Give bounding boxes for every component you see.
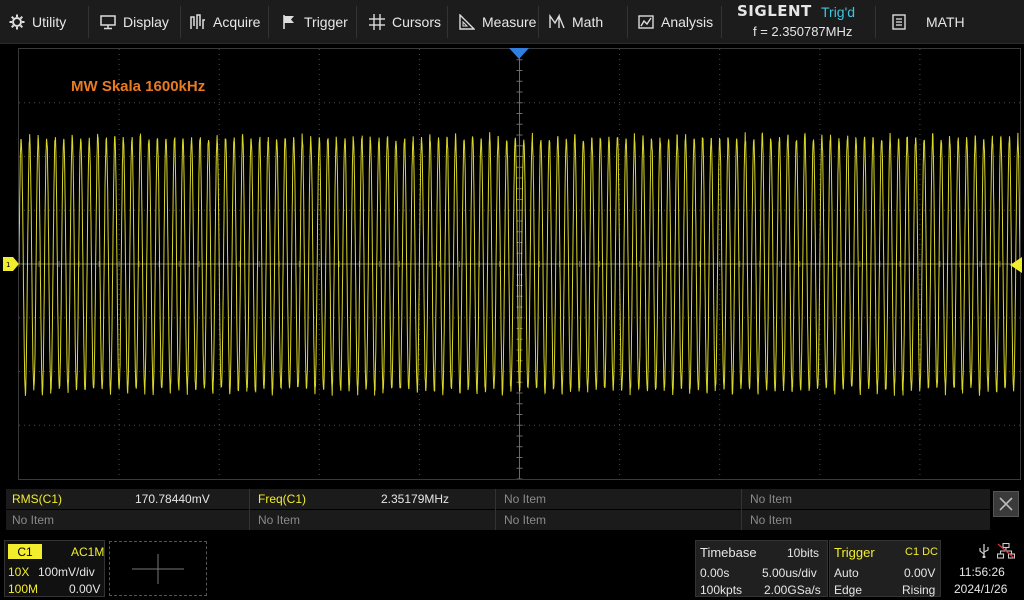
monitor-icon: [100, 15, 116, 30]
menu-math[interactable]: Math: [549, 0, 603, 44]
menu-analysis-label: Analysis: [661, 14, 714, 30]
trigger-slope: Rising: [902, 583, 936, 597]
trigger-source: C1 DC: [905, 546, 939, 558]
close-icon: [999, 497, 1013, 511]
menu-divider: [180, 6, 181, 38]
brand-logo: SIGLENT: [737, 2, 812, 20]
status-box: SIGLENT Trig'd f = 2.350787MHz: [729, 0, 874, 44]
document-icon: [892, 14, 906, 30]
menu-measure-label: Measure: [482, 14, 537, 30]
menu-divider: [538, 6, 539, 38]
menu-display[interactable]: Display: [100, 0, 169, 44]
gear-icon: [9, 14, 25, 30]
menu-divider: [721, 6, 722, 38]
timebase-panel[interactable]: Timebase 10bits 0.00s 5.00us/div 100kpts…: [695, 540, 828, 597]
channel-coupling: AC1M: [71, 545, 105, 559]
bandwidth-limit: 100M: [8, 582, 39, 596]
measurement-value: 2.35179MHz: [381, 492, 450, 506]
network-icon: [997, 543, 1015, 559]
menu-cursors-label: Cursors: [392, 14, 442, 30]
trigger-title: Trigger: [834, 545, 875, 560]
measurement-empty[interactable]: No Item: [750, 489, 860, 509]
screen-annotation: MW Skala 1600kHz: [71, 78, 206, 95]
column-divider: [741, 489, 742, 530]
menu-divider: [627, 6, 628, 38]
measurement-empty[interactable]: No Item: [750, 510, 860, 530]
menu-divider: [356, 6, 357, 38]
measurement-empty[interactable]: No Item: [504, 510, 614, 530]
clock-date: 2024/1/26: [954, 582, 1008, 596]
measurement-name: RMS(C1): [12, 492, 62, 506]
adc-bits: 10bits: [787, 546, 820, 560]
column-divider: [495, 489, 496, 530]
timebase-title: Timebase: [700, 545, 757, 560]
graticule: [19, 49, 1020, 479]
menu-acquire-label: Acquire: [213, 14, 261, 30]
acquire-icon: [190, 14, 205, 29]
probe-attenuation: 10X: [8, 565, 30, 579]
menu-analysis[interactable]: Analysis: [638, 0, 713, 44]
vertical-scale: 100mV/div: [38, 565, 95, 579]
sample-rate: 2.00GSa/s: [764, 583, 821, 597]
status-bar: C1 AC1M 10X 100mV/div 100M 0.00V Timebas…: [0, 538, 1024, 600]
add-channel-slot[interactable]: [109, 541, 207, 596]
menu-trigger[interactable]: Trigger: [281, 0, 348, 44]
plus-icon: [132, 554, 184, 584]
menu-math-label: Math: [572, 14, 604, 30]
usb-icon: [979, 544, 989, 558]
analysis-icon: [638, 15, 654, 29]
menu-trigger-label: Trigger: [304, 14, 348, 30]
clock-time: 11:56:26: [959, 565, 1005, 579]
column-divider: [249, 489, 250, 530]
menu-divider: [875, 6, 876, 38]
trigger-type: Edge: [834, 583, 863, 597]
math-icon: [549, 14, 565, 29]
memory-depth: 100kpts: [700, 583, 743, 597]
menu-divider: [88, 6, 89, 38]
math-channel-button[interactable]: MATH: [880, 0, 1024, 44]
trigger-position-marker[interactable]: [509, 48, 529, 60]
system-panel: 11:56:26 2024/1/26: [945, 540, 1022, 597]
channel-badge: C1: [8, 544, 42, 559]
menu-cursors[interactable]: Cursors: [369, 0, 441, 44]
math-channel-label: MATH: [926, 14, 965, 30]
flag-icon: [283, 15, 294, 29]
ruler-icon: [459, 14, 475, 30]
menu-bar: Utility Display Acquire Trigger Cursors …: [0, 0, 1024, 44]
trigger-mode: Auto: [834, 566, 859, 580]
menu-divider: [268, 6, 269, 38]
measurement-panel: RMS(C1) 170.78440mV Freq(C1) 2.35179MHz …: [0, 487, 1024, 532]
menu-display-label: Display: [123, 14, 169, 30]
trigger-level: 0.00V: [904, 566, 936, 580]
trigger-status: Trig'd: [821, 4, 856, 20]
menu-acquire[interactable]: Acquire: [190, 0, 260, 44]
measurement-empty[interactable]: No Item: [258, 510, 368, 530]
waveform-display[interactable]: MW Skala 1600kHz: [18, 48, 1021, 480]
measurement-name: Freq(C1): [258, 492, 307, 506]
horizontal-delay: 0.00s: [700, 566, 730, 580]
close-measurement-button[interactable]: [993, 491, 1019, 517]
measurement-value: 170.78440mV: [135, 492, 210, 506]
menu-divider: [447, 6, 448, 38]
horizontal-scale: 5.00us/div: [762, 566, 817, 580]
crosshair-icon: [369, 14, 385, 30]
svg-text:1: 1: [6, 261, 10, 269]
trigger-panel[interactable]: Trigger C1 DC Auto 0.00V Edge Rising: [829, 540, 941, 597]
vertical-offset: 0.00V: [69, 582, 101, 596]
trigger-level-marker[interactable]: [1010, 257, 1022, 273]
measurement-empty[interactable]: No Item: [12, 510, 122, 530]
measurement-empty[interactable]: No Item: [504, 489, 614, 509]
menu-utility[interactable]: Utility: [9, 0, 66, 44]
menu-utility-label: Utility: [32, 14, 67, 30]
channel-1-panel[interactable]: C1 AC1M 10X 100mV/div 100M 0.00V: [4, 540, 105, 597]
channel-offset-marker[interactable]: 1: [3, 257, 19, 271]
menu-measure[interactable]: Measure: [459, 0, 536, 44]
frequency-counter: f = 2.350787MHz: [753, 24, 853, 39]
